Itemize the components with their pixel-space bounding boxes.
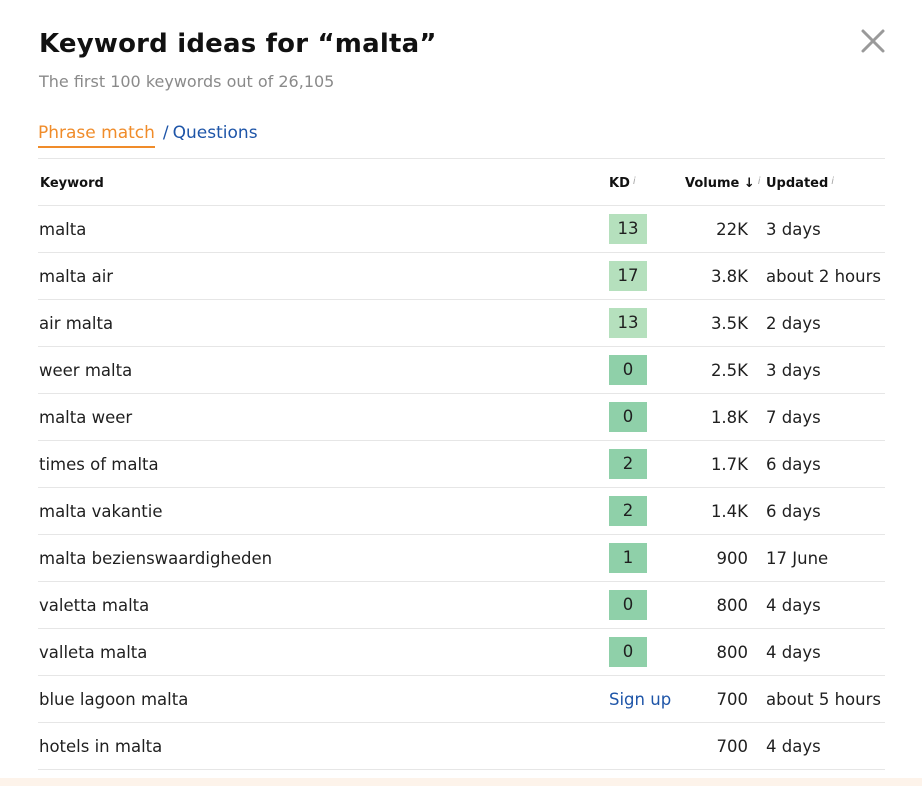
tab-phrase-match[interactable]: Phrase match <box>38 123 155 148</box>
column-header-keyword-label: Keyword <box>40 176 104 191</box>
keyword-cell: blue lagoon malta <box>39 690 189 709</box>
keyword-cell: malta <box>39 220 87 239</box>
table-row: weer malta 0 2.5K 3 days <box>38 347 885 394</box>
column-header-updated: Updated i <box>766 176 834 191</box>
tab-separator: / <box>162 123 169 143</box>
column-header-volume-label: Volume <box>685 176 740 191</box>
volume-cell: 22K <box>716 220 748 239</box>
info-icon[interactable]: i <box>758 176 761 187</box>
keyword-cell: malta air <box>39 267 114 286</box>
volume-cell: 700 <box>716 690 749 709</box>
kd-badge: 0 <box>609 355 647 385</box>
match-tabs: Phrase match / Questions <box>38 123 258 151</box>
modal-subtitle: The first 100 keywords out of 26,105 <box>39 72 335 91</box>
table-row: malta 13 22K 3 days <box>38 206 885 253</box>
table-row: malta weer 0 1.8K 7 days <box>38 394 885 441</box>
column-header-updated-label: Updated <box>766 176 829 191</box>
volume-cell: 3.5K <box>710 314 748 333</box>
kd-badge: 13 <box>609 214 647 244</box>
column-header-kd-label: KD <box>609 176 630 191</box>
keyword-cell: times of malta <box>39 455 159 474</box>
updated-cell: 2 days <box>766 314 821 333</box>
volume-cell: 2.5K <box>710 361 748 380</box>
updated-cell: 4 days <box>766 596 821 615</box>
keywords-table: Keyword KD i Volume ↓ i Updated i malta 13 … <box>38 158 885 770</box>
updated-cell: 6 days <box>766 455 821 474</box>
kd-badge: 2 <box>609 449 647 479</box>
tab-questions[interactable]: Questions <box>173 123 258 143</box>
table-header: Keyword KD i Volume ↓ i Updated i <box>38 159 885 206</box>
table-row: hotels in malta 700 4 days <box>38 723 885 770</box>
column-header-volume[interactable]: Volume ↓ i <box>685 176 761 191</box>
updated-cell: 6 days <box>766 502 821 521</box>
volume-cell: 3.8K <box>710 267 748 286</box>
modal-title: Keyword ideas for “malta” <box>39 29 437 59</box>
keyword-ideas-modal: Keyword ideas for “malta” The first 100 … <box>0 0 922 778</box>
table-row: malta air 17 3.8K about 2 hours <box>38 253 885 300</box>
arrow-down-icon: ↓ <box>743 176 755 191</box>
volume-cell: 1.8K <box>710 408 748 427</box>
table-row: malta vakantie 2 1.4K 6 days <box>38 488 885 535</box>
keyword-cell: hotels in malta <box>39 737 163 756</box>
footer-strip <box>0 778 922 786</box>
table-row: air malta 13 3.5K 2 days <box>38 300 885 347</box>
keyword-cell: valetta malta <box>39 596 150 615</box>
close-icon <box>861 29 885 53</box>
table-row: blue lagoon malta Sign up 700 about 5 ho… <box>38 676 885 723</box>
volume-cell: 800 <box>716 643 749 662</box>
updated-cell: 3 days <box>766 361 821 380</box>
keyword-cell: weer malta <box>39 361 133 380</box>
updated-cell: 17 June <box>766 549 829 568</box>
kd-badge: 0 <box>609 402 647 432</box>
kd-badge: 0 <box>609 637 647 667</box>
kd-badge: 13 <box>609 308 647 338</box>
keyword-cell: air malta <box>39 314 114 333</box>
updated-cell: 4 days <box>766 643 821 662</box>
table-row: times of malta 2 1.7K 6 days <box>38 441 885 488</box>
updated-cell: 7 days <box>766 408 821 427</box>
info-icon[interactable]: i <box>633 176 636 187</box>
info-icon[interactable]: i <box>831 176 834 187</box>
volume-cell: 1.4K <box>710 502 748 521</box>
updated-cell: about 5 hours <box>766 690 881 709</box>
volume-cell: 700 <box>716 737 749 756</box>
updated-cell: about 2 hours <box>766 267 881 286</box>
kd-badge: 2 <box>609 496 647 526</box>
close-button[interactable] <box>858 26 888 56</box>
volume-cell: 900 <box>716 549 749 568</box>
kd-badge: 17 <box>609 261 647 291</box>
column-header-kd: KD i <box>609 176 636 191</box>
kd-badge: 0 <box>609 590 647 620</box>
volume-cell: 1.7K <box>710 455 748 474</box>
updated-cell: 3 days <box>766 220 821 239</box>
table-row: valetta malta 0 800 4 days <box>38 582 885 629</box>
keyword-cell: valleta malta <box>39 643 148 662</box>
keyword-cell: malta bezienswaardigheden <box>39 549 273 568</box>
volume-cell: 800 <box>716 596 749 615</box>
kd-badge: 1 <box>609 543 647 573</box>
keyword-cell: malta vakantie <box>39 502 163 521</box>
table-row: valleta malta 0 800 4 days <box>38 629 885 676</box>
updated-cell: 4 days <box>766 737 821 756</box>
column-header-keyword: Keyword <box>40 176 104 191</box>
keyword-cell: malta weer <box>39 408 133 427</box>
table-row: malta bezienswaardigheden 1 900 17 June <box>38 535 885 582</box>
